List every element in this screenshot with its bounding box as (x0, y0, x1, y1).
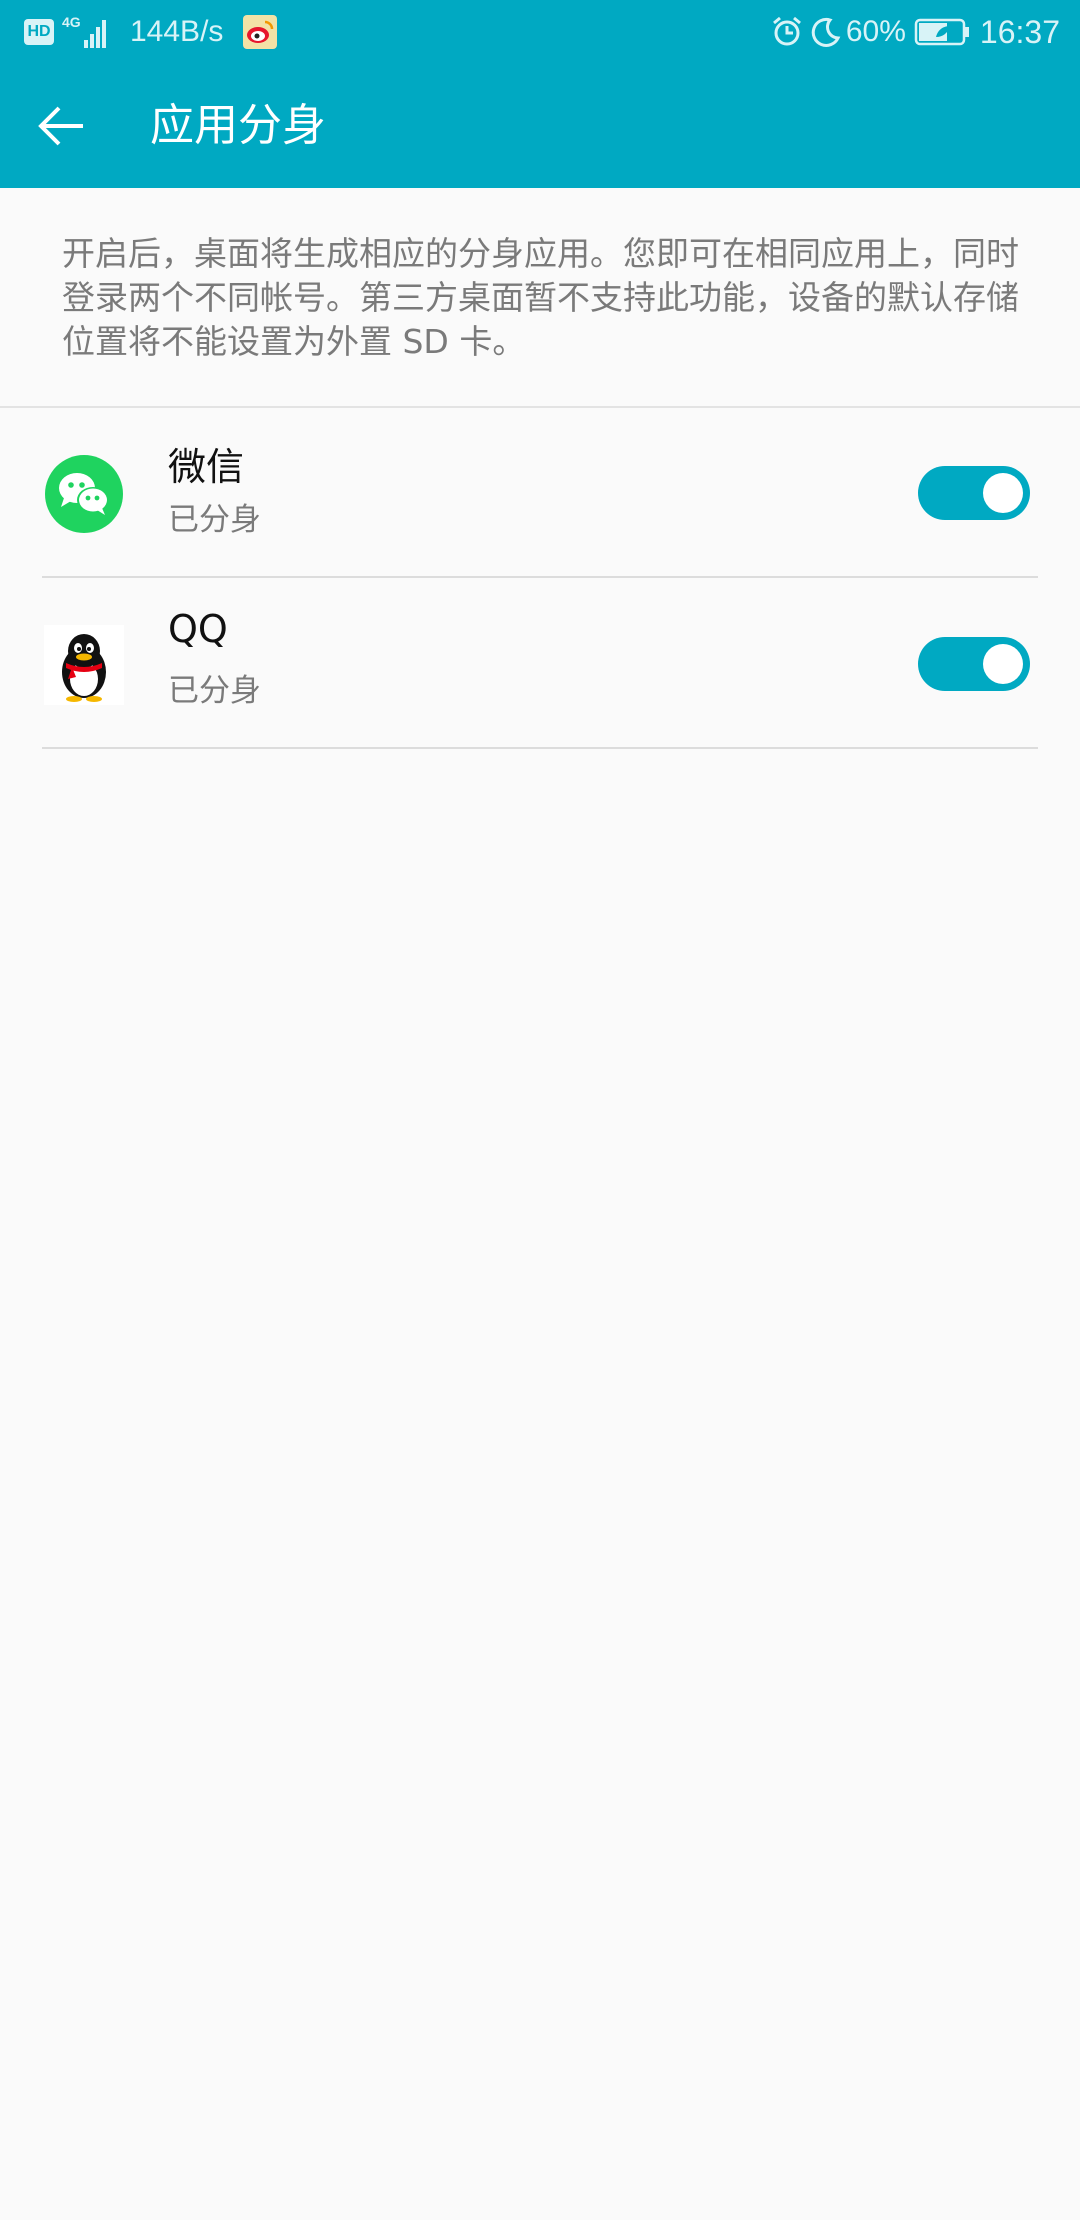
signal-4g-icon: 4G (62, 14, 106, 48)
app-bar: 应用分身 (0, 64, 1080, 188)
toggle-knob (983, 473, 1023, 513)
status-bar-right: 60% 16:37 (770, 0, 1060, 64)
list-item-qq[interactable]: QQ 已分身 (0, 579, 1080, 749)
app-name: 微信 (168, 445, 245, 489)
battery-icon (914, 18, 969, 46)
description-text: 开启后，桌面将生成相应的分身应用。您即可在相同应用上，同时登录两个不同帐号。第三… (62, 234, 1019, 361)
row-divider (42, 747, 1038, 749)
row-divider (42, 576, 1038, 578)
wechat-clone-toggle[interactable] (918, 466, 1030, 520)
list-item-wechat[interactable]: 微信 已分身 (0, 408, 1080, 578)
weibo-icon (243, 15, 278, 49)
status-bar-left: HD 4G 144B/s (24, 0, 278, 64)
back-button[interactable] (30, 94, 94, 158)
qq-clone-toggle[interactable] (918, 637, 1030, 691)
back-arrow-icon (38, 106, 83, 146)
page-title: 应用分身 (150, 100, 326, 151)
status-bar: HD 4G 144B/s 60% 16:37 (0, 0, 1080, 64)
moon-icon (811, 17, 841, 47)
alarm-icon (772, 16, 801, 46)
battery-percentage: 60% (845, 15, 906, 48)
app-name: QQ (168, 607, 228, 651)
hd-badge: HD (24, 19, 54, 45)
network-type-label: 4G (62, 14, 81, 30)
clock: 16:37 (979, 13, 1060, 50)
app-status: 已分身 (168, 502, 261, 538)
toggle-knob (983, 644, 1023, 684)
app-status: 已分身 (168, 673, 261, 709)
network-speed: 144B/s (130, 15, 224, 48)
wechat-icon (45, 455, 123, 533)
qq-penguin-icon (44, 625, 124, 705)
